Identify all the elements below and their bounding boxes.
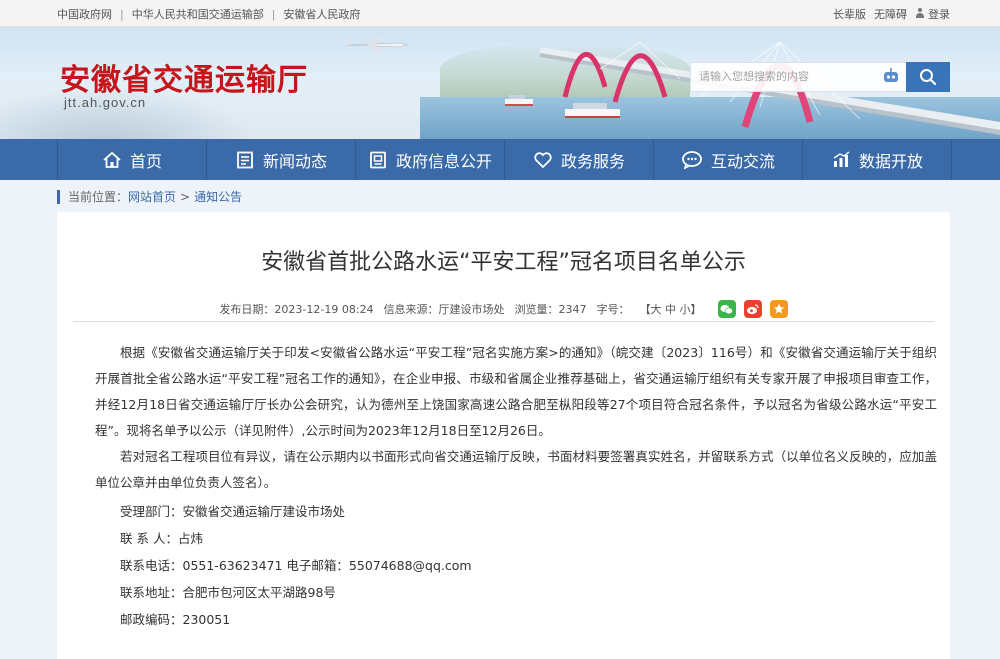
favorite-star-icon[interactable]	[769, 300, 788, 318]
breadcrumb: 当前位置： 网站首页 > 通知公告	[57, 188, 242, 205]
divider: |	[120, 7, 124, 21]
top-links: 中国政府网 | 中华人民共和国交通运输部 | 安徽省人民政府	[57, 6, 360, 22]
elder-version-link[interactable]: 长辈版	[833, 6, 866, 22]
nav-label: 首页	[129, 151, 162, 171]
info-source: 信息来源：厅建设市场处	[383, 303, 505, 316]
login-label: 登录	[928, 8, 950, 21]
breadcrumb-notice-link[interactable]: 通知公告	[194, 188, 242, 205]
contact-person: 联 系 人：占炜	[120, 531, 203, 546]
header-banner: 安徽省交通运输厅 jtt.ah.gov.cn	[0, 27, 1000, 139]
nav-item-open-data[interactable]: 数据开放	[802, 139, 952, 180]
weibo-share-icon[interactable]	[743, 300, 762, 318]
contact-postcode: 邮政编码：230051	[120, 612, 231, 627]
search-input[interactable]	[691, 63, 877, 89]
view-count: 浏览量：2347	[514, 303, 587, 316]
contact-phone-email: 联系电话：0551-63623471 电子邮箱：55074688@qq.com	[120, 558, 472, 573]
top-bar: 中国政府网 | 中华人民共和国交通运输部 | 安徽省人民政府 长辈版 无障碍 登…	[0, 0, 1000, 27]
link-mot[interactable]: 中华人民共和国交通运输部	[132, 6, 264, 22]
contact-department: 受理部门：安徽省交通运输厅建设市场处	[120, 504, 346, 519]
divider: |	[271, 7, 276, 21]
site-logo-title[interactable]: 安徽省交通运输厅	[60, 55, 308, 99]
contact-address: 联系地址：合肥市包河区太平湖路98号	[120, 585, 336, 600]
breadcrumb-separator: >	[180, 189, 191, 204]
wechat-share-icon[interactable]	[717, 300, 736, 318]
nav-label: 政府信息公开	[395, 151, 492, 171]
nav-label: 数据开放	[858, 151, 923, 171]
nav-item-news[interactable]: 新闻动态	[206, 139, 355, 180]
nav-item-services[interactable]: 政务服务	[504, 139, 653, 180]
breadcrumb-prefix: 当前位置：	[68, 190, 129, 204]
chart-icon	[831, 150, 851, 170]
user-icon	[915, 8, 925, 18]
nav-item-interaction[interactable]: 互动交流	[653, 139, 802, 180]
home-icon	[102, 150, 122, 170]
publish-date: 发布日期：2023-12-19 08:24	[219, 303, 374, 316]
link-gov-cn[interactable]: 中国政府网	[57, 6, 112, 22]
article-title: 安徽省首批公路水运“平安工程”冠名项目名单公示	[261, 250, 746, 275]
top-right-links: 长辈版 无障碍 登录	[833, 6, 950, 22]
breadcrumb-marker	[57, 189, 60, 204]
article-meta: 发布日期：2023-12-19 08:24 信息来源：厅建设市场处 浏览量：23…	[57, 300, 950, 318]
article-paragraph: 根据《安徽省交通运输厅关于印发<安徽省公路水运“平安工程”冠名实施方案>的通知》…	[95, 345, 937, 438]
nav-label: 新闻动态	[262, 151, 327, 171]
search-button[interactable]	[906, 62, 950, 92]
article-paragraph: 若对冠名工程项目位有异议，请在公示期内以书面形式向省交通运输厅反映，书面材料要签…	[95, 449, 937, 490]
font-size-switcher[interactable]: 【大 中 小】	[640, 301, 702, 317]
search-icon	[920, 69, 937, 86]
search-box	[690, 62, 907, 92]
share-buttons	[717, 300, 788, 318]
site-domain: jtt.ah.gov.cn	[64, 95, 147, 110]
nav-item-home[interactable]: 首页	[57, 139, 206, 180]
article-body: 根据《安徽省交通运输厅关于印发<安徽省公路水运“平安工程”冠名实施方案>的通知》…	[95, 340, 937, 633]
nav-label: 互动交流	[710, 151, 775, 171]
robot-assistant-icon[interactable]	[882, 68, 900, 84]
nav-item-info-disclosure[interactable]: 政府信息公开	[355, 139, 504, 180]
news-icon	[235, 150, 255, 170]
divider	[73, 321, 934, 322]
login-link[interactable]: 登录	[915, 6, 950, 22]
font-size-label: 字号：	[596, 303, 630, 316]
article-card: 安徽省首批公路水运“平安工程”冠名项目名单公示 发布日期：2023-12-19 …	[57, 212, 950, 659]
link-ah-gov[interactable]: 安徽省人民政府	[283, 6, 360, 22]
main-nav: 首页 新闻动态 政府信息公开 政务服务 互动交流 数据开放	[0, 139, 1000, 180]
info-icon	[368, 150, 388, 170]
accessibility-link[interactable]: 无障碍	[874, 6, 907, 22]
heart-icon	[533, 150, 553, 170]
chat-icon	[681, 150, 703, 170]
nav-label: 政务服务	[560, 151, 625, 171]
breadcrumb-home-link[interactable]: 网站首页	[128, 188, 176, 205]
